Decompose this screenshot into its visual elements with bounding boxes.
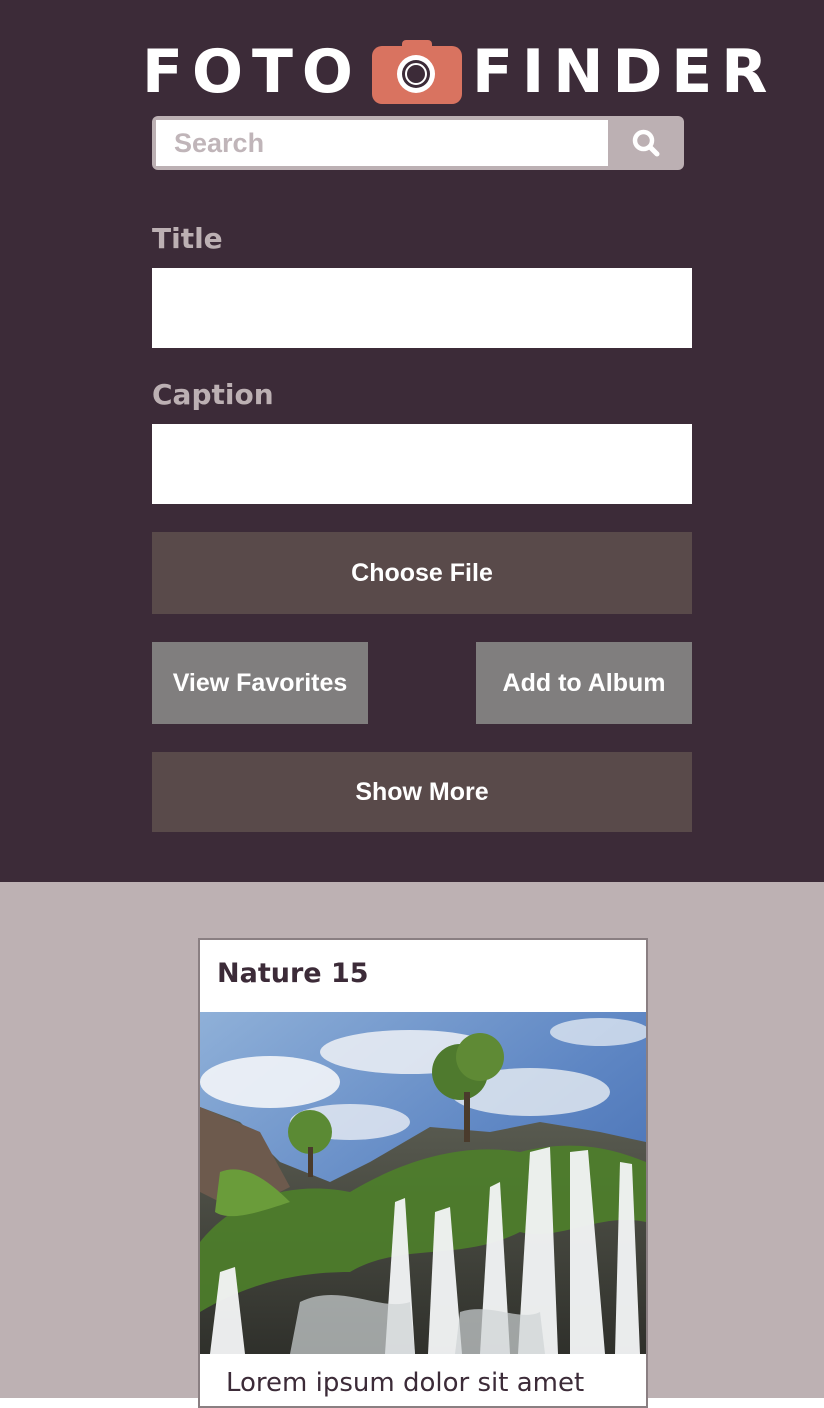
search-button[interactable] [608, 116, 684, 170]
view-favorites-button[interactable]: View Favorites [152, 642, 368, 724]
card-title: Nature 15 [217, 958, 369, 989]
app-logo: FOTO FINDER [142, 38, 776, 106]
show-more-button[interactable]: Show More [152, 752, 692, 832]
app-header: FOTO FINDER Title Caption Choose File Vi… [0, 0, 824, 882]
camera-icon [371, 40, 462, 104]
search-input[interactable] [156, 120, 608, 166]
caption-input[interactable] [152, 424, 692, 504]
search-icon [632, 129, 660, 157]
choose-file-button[interactable]: Choose File [152, 532, 692, 614]
photo-gallery: Nature 15 Lorem ipsum dolor sit amet [0, 882, 824, 1408]
caption-label: Caption [152, 378, 274, 411]
photo-card[interactable]: Nature 15 Lorem ipsum dolor sit amet [198, 938, 648, 1408]
title-input[interactable] [152, 268, 692, 348]
logo-word-foto: FOTO [142, 37, 362, 107]
title-label: Title [152, 222, 223, 255]
card-caption: Lorem ipsum dolor sit amet [226, 1368, 585, 1398]
add-to-album-button[interactable]: Add to Album [476, 642, 692, 724]
search-bar [152, 116, 684, 170]
waterfall-photo [200, 1012, 646, 1354]
logo-word-finder: FINDER [471, 37, 777, 107]
